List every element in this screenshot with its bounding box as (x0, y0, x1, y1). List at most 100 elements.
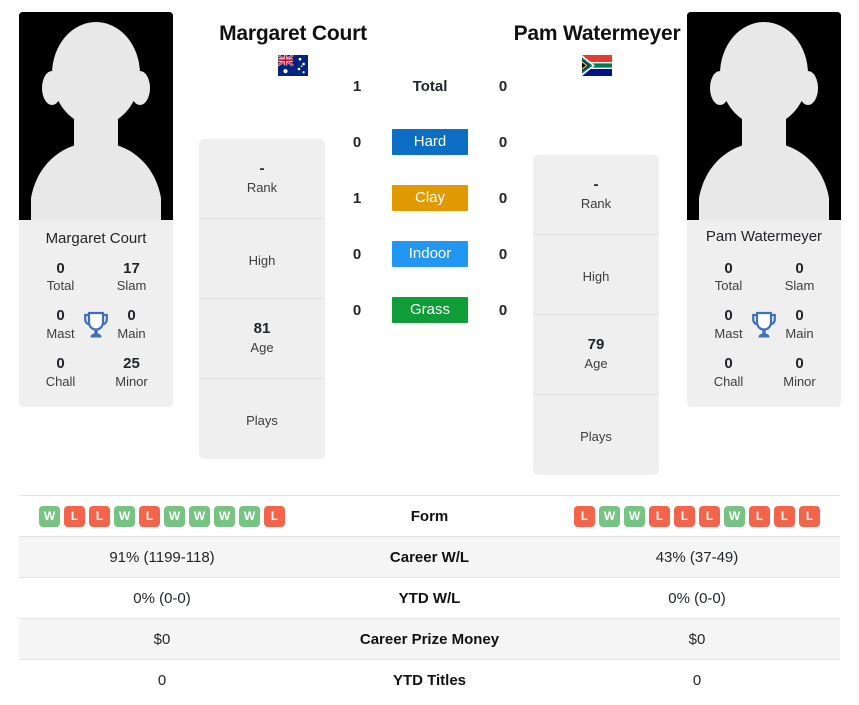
career-wl-right: 43% (37-49) (655, 548, 739, 566)
row-label-career-prize-money: Career Prize Money (359, 630, 500, 648)
trophy-total-label-left: Total (46, 278, 75, 294)
h2h-label-total: Total (412, 77, 448, 95)
player-trophy-card-left: Margaret Court 0 Total 17 Slam 0 Mast 0 … (19, 220, 173, 407)
ytd-titles-left: 0 (157, 671, 167, 689)
trophy-slam-label-right: Slam (784, 278, 815, 294)
trophy-stat-total-left: 0 Total (25, 260, 96, 296)
trophy-stat-slam-right: 0 Slam (764, 260, 835, 296)
surface-badge-grass[interactable]: Grass (392, 297, 468, 323)
h2h-right-score: 0 (498, 133, 508, 151)
trophy-stats-grid-left: 0 Total 17 Slam 0 Mast 0 Main 0 Chall 25… (25, 260, 167, 391)
trophy-icon-left (84, 312, 108, 338)
form-badge-win: W (114, 505, 135, 527)
form-badge-win: W (164, 505, 185, 527)
trophy-stat-chall-right: 0 Chall (693, 355, 764, 391)
form-strip-left: WLLWLWWWWL (19, 505, 305, 527)
form-badge-loss: L (674, 505, 695, 527)
form-badge-win: W (239, 505, 260, 527)
info-plays-label-left: Plays (246, 413, 278, 429)
form-badge-win: W (189, 505, 210, 527)
info-row-age-left: 81 Age (199, 299, 325, 379)
info-age-value-left: 81 (253, 319, 271, 337)
form-badge-loss: L (139, 505, 160, 527)
player-photo-card-left[interactable]: Margaret Court (19, 12, 173, 256)
info-row-rank-right: - Rank (533, 155, 659, 235)
form-badge-loss: L (774, 505, 795, 527)
info-plays-label-right: Plays (580, 429, 612, 445)
h2h-row: 1 Clay 0 (340, 170, 520, 226)
trophy-stat-slam-left: 17 Slam (96, 260, 167, 296)
trophy-chall-value-right: 0 (724, 354, 733, 372)
player-info-card-right: - Rank High 79 Age Plays (533, 155, 659, 475)
info-row-high-left: High (199, 219, 325, 299)
info-rank-label-right: Rank (580, 195, 612, 211)
info-age-value-right: 79 (587, 335, 605, 353)
form-cell-left: WLLWLWWWWL (19, 496, 305, 537)
player-name-left: Margaret Court (219, 22, 367, 45)
surface-badge-clay[interactable]: Clay (392, 185, 468, 211)
form-badge-loss: L (89, 505, 110, 527)
info-row-age-right: 79 Age (533, 315, 659, 395)
head-to-head-column: 1 Total 0 0 Hard 0 1 Clay 0 0 Indoor 0 0 (340, 58, 520, 338)
info-age-label-right: Age (584, 355, 608, 371)
row-label-career-wl: Career W/L (389, 548, 470, 566)
career-prize-money-right: $0 (688, 630, 706, 648)
h2h-right-score: 0 (498, 301, 508, 319)
table-row-career-prize-money: $0 Career Prize Money $0 (19, 618, 840, 660)
h2h-right-score: 0 (498, 189, 508, 207)
trophy-stat-total-right: 0 Total (693, 260, 764, 296)
trophy-chall-value-left: 0 (56, 354, 65, 372)
h2h-left-score: 1 (352, 189, 362, 207)
info-high-label-left: High (248, 252, 276, 268)
h2h-left-score: 0 (352, 245, 362, 263)
comparison-header: Margaret Court Margaret Court 0 Total 17… (0, 0, 859, 490)
avatar-silhouette-icon (19, 12, 173, 220)
table-row-career-wl: 91% (1199-118) Career W/L 43% (37-49) (19, 536, 840, 578)
h2h-row: 0 Indoor 0 (340, 226, 520, 282)
h2h-right-score: 0 (498, 245, 508, 263)
info-age-label-left: Age (250, 339, 274, 355)
trophy-slam-label-left: Slam (116, 278, 147, 294)
row-label-ytd-wl: YTD W/L (398, 589, 461, 607)
career-prize-money-left: $0 (153, 630, 171, 648)
form-badge-loss: L (749, 505, 770, 527)
row-label-ytd-titles: YTD Titles (392, 671, 467, 689)
player-photo-right (687, 12, 841, 220)
player-comparison-page: Margaret Court Margaret Court 0 Total 17… (0, 0, 859, 705)
h2h-row: 0 Hard 0 (340, 114, 520, 170)
surface-badge-hard[interactable]: Hard (392, 129, 468, 155)
ytd-titles-right: 0 (692, 671, 702, 689)
trophy-icon-right (752, 312, 776, 338)
trophy-chall-label-right: Chall (713, 373, 744, 389)
info-rank-value-right: - (593, 175, 599, 193)
trophy-stat-chall-left: 0 Chall (25, 355, 96, 391)
form-badge-loss: L (699, 505, 720, 527)
surface-badge-indoor[interactable]: Indoor (392, 241, 468, 267)
trophy-chall-label-left: Chall (45, 373, 76, 389)
trophy-stats-grid-right: 0 Total 0 Slam 0 Mast 0 Main 0 Chall 0 M… (693, 260, 835, 391)
trophy-total-label-right: Total (714, 278, 743, 294)
trophy-minor-label-right: Minor (783, 373, 816, 389)
trophy-card-title-left: Margaret Court (45, 230, 147, 247)
trophy-total-value-right: 0 (724, 259, 733, 277)
info-rank-label-left: Rank (246, 179, 278, 195)
player-photo-left (19, 12, 173, 220)
trophy-slam-value-right: 0 (795, 259, 804, 277)
form-badge-loss: L (799, 505, 820, 527)
comparison-table: WLLWLWWWWL Form LWWLLLWLLL 91% (1199-118… (19, 495, 840, 701)
form-badge-loss: L (264, 505, 285, 527)
info-row-high-right: High (533, 235, 659, 315)
form-badge-win: W (624, 505, 645, 527)
form-badge-win: W (214, 505, 235, 527)
player-name-right: Pam Watermeyer (513, 22, 681, 45)
form-badge-win: W (599, 505, 620, 527)
trophy-minor-label-left: Minor (115, 373, 148, 389)
player-photo-card-right[interactable]: Pam Watermeyer (687, 12, 841, 256)
form-strip-right: LWWLLLWLLL (554, 505, 840, 527)
flag-australia-icon (278, 54, 308, 76)
h2h-left-score: 0 (352, 301, 362, 319)
trophy-stat-minor-left: 25 Minor (96, 355, 167, 391)
form-cell-right: LWWLLLWLLL (554, 496, 840, 537)
trophy-minor-value-left: 25 (123, 354, 140, 372)
info-row-plays-left: Plays (199, 379, 325, 459)
